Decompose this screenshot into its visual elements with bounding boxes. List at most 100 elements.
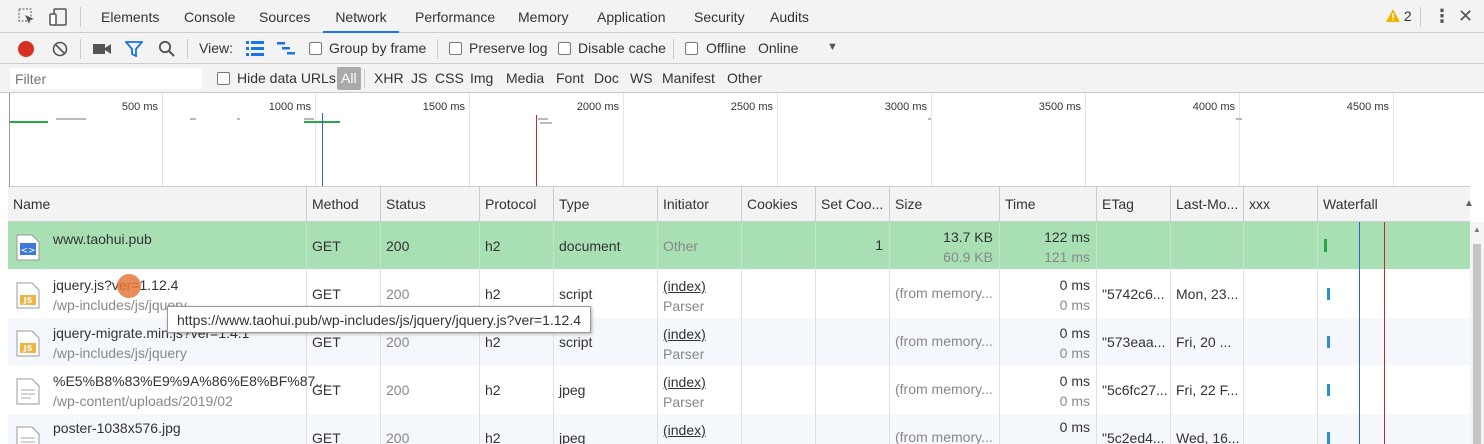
table-scrollbar[interactable]: ▲ bbox=[1470, 222, 1484, 444]
filter-type-font[interactable]: Font bbox=[556, 70, 584, 86]
tab-audits[interactable]: Audits bbox=[770, 0, 809, 33]
warnings-indicator[interactable]: 2 bbox=[1386, 8, 1412, 24]
table-row[interactable]: poster-1038x576.jpg GET 200 h2 jpeg (index) (f… bbox=[8, 414, 1470, 444]
dom-content-loaded-line bbox=[1359, 222, 1360, 270]
dom-content-loaded-line bbox=[1359, 318, 1360, 366]
column-header-method[interactable]: Method bbox=[307, 187, 381, 223]
table-row[interactable]: <> www.taohui.pub GET 200 h2 document Other 1 13… bbox=[8, 222, 1470, 270]
throttling-select[interactable]: Online bbox=[758, 40, 798, 56]
tab-sources[interactable]: Sources bbox=[259, 0, 310, 33]
search-icon[interactable] bbox=[158, 40, 175, 60]
scroll-up-icon[interactable]: ▲ bbox=[1473, 225, 1481, 234]
sort-ascending-icon[interactable]: ▲ bbox=[1464, 198, 1474, 209]
status-cell: 200 bbox=[381, 414, 480, 444]
column-header-waterfall[interactable]: Waterfall bbox=[1318, 187, 1470, 223]
filter-input[interactable] bbox=[10, 68, 202, 89]
request-name[interactable]: %E5%B8%83%E9%9A%86%E8%BF%87... bbox=[53, 373, 327, 389]
devtools-tab-bar: Elements Console Sources Network Perform… bbox=[0, 0, 1484, 33]
time-total: 0 ms bbox=[1059, 373, 1090, 389]
type-cell-value: jpeg bbox=[559, 430, 586, 444]
set-cookies-cell: 1 bbox=[816, 222, 890, 270]
name-cell: %E5%B8%83%E9%9A%86%E8%BF%87... /wp-conten… bbox=[8, 366, 327, 414]
last-modified-cell: Fri, 20 ... bbox=[1171, 318, 1244, 366]
column-header-initiator[interactable]: Initiator bbox=[658, 187, 742, 223]
method-cell-value: GET bbox=[312, 286, 341, 302]
column-header-name[interactable]: Name bbox=[8, 187, 307, 223]
hide-data-urls-checkbox[interactable] bbox=[217, 72, 230, 85]
offline-checkbox[interactable] bbox=[685, 42, 698, 55]
initiator-link[interactable]: (index) bbox=[663, 278, 706, 294]
filter-icon[interactable] bbox=[124, 41, 144, 60]
image-file-icon bbox=[16, 378, 40, 405]
filter-type-manifest[interactable]: Manifest bbox=[662, 70, 715, 86]
request-name[interactable]: jquery.js?ver=1.12.4 bbox=[53, 277, 178, 293]
name-cell: poster-1038x576.jpg bbox=[8, 414, 307, 444]
last-modified-cell-value: Fri, 20 ... bbox=[1176, 334, 1232, 350]
tab-network[interactable]: Network bbox=[323, 0, 399, 33]
large-rows-icon[interactable] bbox=[246, 41, 264, 59]
column-header-size[interactable]: Size bbox=[890, 187, 1000, 223]
filter-type-xhr[interactable]: XHR bbox=[374, 70, 404, 86]
column-header-xxx[interactable]: xxx bbox=[1244, 187, 1318, 223]
record-button[interactable] bbox=[18, 41, 34, 57]
size-value: (from memory... bbox=[895, 381, 993, 397]
group-by-frame-checkbox[interactable] bbox=[309, 42, 322, 55]
request-name[interactable]: poster-1038x576.jpg bbox=[53, 420, 181, 436]
tab-console[interactable]: Console bbox=[184, 0, 235, 33]
disable-cache-checkbox[interactable] bbox=[558, 42, 571, 55]
initiator-link[interactable]: (index) bbox=[663, 374, 706, 390]
etag-cell: "5c2ed4... bbox=[1097, 414, 1171, 444]
column-header-time[interactable]: Time bbox=[1000, 187, 1097, 223]
column-header-protocol[interactable]: Protocol bbox=[480, 187, 554, 223]
filter-type-doc[interactable]: Doc bbox=[594, 70, 619, 86]
device-toolbar-icon[interactable] bbox=[49, 7, 69, 30]
waterfall-view-icon[interactable] bbox=[277, 41, 295, 59]
scrollbar-thumb[interactable] bbox=[1473, 244, 1481, 444]
filter-type-ws[interactable]: WS bbox=[630, 70, 653, 86]
protocol-cell: h2 bbox=[480, 414, 554, 444]
waterfall-bar bbox=[1327, 336, 1330, 348]
status-cell: 200 bbox=[381, 222, 480, 270]
column-header-last-modified[interactable]: Last-Mo... bbox=[1171, 187, 1244, 223]
filter-type-all[interactable]: All bbox=[337, 67, 361, 90]
initiator-link[interactable]: (index) bbox=[663, 422, 706, 438]
filter-type-css[interactable]: CSS bbox=[435, 70, 464, 86]
size-value: (from memory... bbox=[895, 429, 993, 444]
tab-security[interactable]: Security bbox=[694, 0, 745, 33]
group-by-frame-label: Group by frame bbox=[329, 40, 427, 56]
filter-type-media[interactable]: Media bbox=[506, 70, 544, 86]
type-cell: jpeg bbox=[554, 366, 658, 414]
column-header-set-cookies[interactable]: Set Coo... bbox=[816, 187, 890, 223]
preserve-log-checkbox[interactable] bbox=[449, 42, 462, 55]
load-event-line bbox=[1384, 222, 1385, 270]
filter-type-js[interactable]: JS bbox=[411, 70, 427, 86]
column-header-type[interactable]: Type bbox=[554, 187, 658, 223]
inspect-element-icon[interactable] bbox=[18, 8, 36, 29]
initiator-link[interactable]: (index) bbox=[663, 326, 706, 342]
last-modified-cell: Fri, 22 F... bbox=[1171, 366, 1244, 414]
tab-elements[interactable]: Elements bbox=[101, 0, 159, 33]
column-header-status[interactable]: Status bbox=[381, 187, 480, 223]
disable-cache-label: Disable cache bbox=[578, 40, 666, 56]
filter-type-other[interactable]: Other bbox=[727, 70, 762, 86]
clear-icon[interactable] bbox=[52, 41, 68, 60]
request-name[interactable]: www.taohui.pub bbox=[53, 231, 152, 247]
column-header-cookies[interactable]: Cookies bbox=[742, 187, 816, 223]
network-overview[interactable]: 500 ms 1000 ms 1500 ms 2000 ms 2500 ms 3… bbox=[8, 93, 1484, 186]
tab-memory[interactable]: Memory bbox=[518, 0, 569, 33]
more-options-icon[interactable]: ⋮ bbox=[1433, 6, 1451, 26]
tab-application[interactable]: Application bbox=[597, 0, 666, 33]
column-header-etag[interactable]: ETag bbox=[1097, 187, 1171, 223]
filter-type-img[interactable]: Img bbox=[470, 70, 493, 86]
close-icon[interactable]: ✕ bbox=[1458, 6, 1473, 26]
table-row[interactable]: %E5%B8%83%E9%9A%86%E8%BF%87... /wp-conten… bbox=[8, 366, 1470, 414]
tab-performance[interactable]: Performance bbox=[415, 0, 495, 33]
chevron-down-icon[interactable]: ▼ bbox=[827, 41, 838, 53]
initiator-type: Parser bbox=[663, 346, 705, 362]
capture-screenshots-icon[interactable] bbox=[93, 42, 111, 59]
name-cell: <> www.taohui.pub bbox=[8, 222, 307, 270]
load-event-line bbox=[1384, 318, 1385, 366]
protocol-cell: h2 bbox=[480, 222, 554, 270]
method-cell-value: GET bbox=[312, 238, 341, 254]
last-modified-cell bbox=[1171, 222, 1244, 270]
